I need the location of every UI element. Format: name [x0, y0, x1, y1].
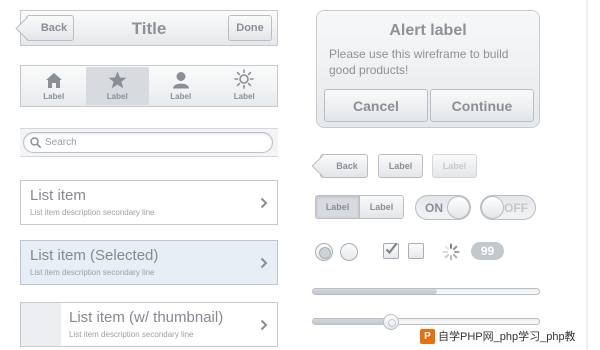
segment-1[interactable]: Label	[316, 196, 360, 218]
toggle-off-label: OFF	[504, 201, 528, 215]
cancel-button[interactable]: Cancel	[324, 89, 428, 122]
back-button-small[interactable]: Back	[311, 154, 368, 178]
list-item-description: List item description secondary line	[30, 208, 155, 217]
tab-sun[interactable]: Label	[213, 67, 277, 105]
continue-button[interactable]: Continue	[430, 89, 534, 122]
done-button[interactable]: Done	[228, 15, 272, 41]
chevron-right-icon	[260, 319, 268, 331]
list-item-description: List item description secondary line	[30, 268, 155, 277]
spinner-icon	[442, 243, 460, 261]
tab-label: Label	[233, 92, 255, 101]
slider-thumb[interactable]	[383, 314, 399, 330]
toggle-on[interactable]: ON	[415, 195, 471, 220]
list-item-description: List item description secondary line	[69, 330, 194, 339]
user-icon	[172, 72, 189, 89]
checkbox-checked[interactable]	[383, 242, 399, 259]
back-arrow-shape	[311, 154, 335, 178]
search-input[interactable]: Search	[23, 132, 273, 153]
progress-fill	[313, 289, 437, 294]
watermark: P 自学PHP网_php学习_php教	[420, 325, 580, 347]
segmented-control: Label Label	[315, 195, 404, 219]
sun-icon	[234, 69, 255, 89]
tab-user[interactable]: Label	[149, 67, 213, 105]
tab-star[interactable]: Label	[85, 67, 149, 105]
back-button-label: Back	[336, 161, 358, 171]
tab-label: Label	[43, 92, 65, 101]
search-placeholder: Search	[45, 137, 77, 148]
checkmark-icon	[385, 242, 398, 255]
label-button[interactable]: Label	[378, 154, 423, 178]
toggle-knob	[481, 196, 504, 219]
tab-home[interactable]: Label	[22, 67, 86, 105]
radio-unselected[interactable]	[340, 243, 358, 261]
list-item-selected[interactable]: List item (Selected) List item descripti…	[20, 240, 278, 285]
segment-2[interactable]: Label	[360, 196, 403, 218]
progress-bar	[312, 288, 540, 295]
slider-fill	[313, 319, 392, 324]
thumbnail	[21, 303, 61, 346]
tab-label: Label	[106, 92, 128, 101]
list-item-title: List item (w/ thumbnail)	[69, 309, 224, 326]
tab-label: Label	[170, 92, 192, 101]
home-icon	[45, 73, 62, 88]
watermark-logo-icon: P	[420, 328, 435, 344]
alert-dialog: Alert label Please use this wireframe to…	[316, 10, 540, 128]
alert-title: Alert label	[389, 22, 467, 39]
navigation-bar: Back Title Done	[15, 10, 278, 46]
list-item-title: List item (Selected)	[30, 247, 159, 264]
list-item-title: List item	[30, 187, 86, 204]
star-icon	[108, 71, 127, 89]
chevron-right-icon	[260, 257, 268, 269]
label-button-disabled: Label	[432, 154, 477, 178]
toggle-off[interactable]: OFF	[480, 195, 536, 220]
list-item[interactable]: List item List item description secondar…	[20, 180, 278, 225]
checkbox-unchecked[interactable]	[408, 243, 424, 259]
search-icon	[30, 137, 41, 148]
list-item-thumbnail[interactable]: List item (w/ thumbnail) List item descr…	[20, 302, 278, 347]
chevron-right-icon	[260, 197, 268, 209]
radio-selected[interactable]	[315, 243, 333, 261]
alert-message: Please use this wireframe to build good …	[329, 47, 509, 77]
tab-bar: Label Label Label Label	[20, 65, 278, 107]
toggle-knob	[447, 196, 470, 219]
watermark-text: 自学PHP网_php学习_php教	[438, 331, 576, 343]
count-badge: 99	[471, 242, 504, 260]
toggle-on-label: ON	[425, 201, 443, 215]
divider	[586, 0, 588, 350]
slider-track[interactable]	[312, 318, 540, 325]
